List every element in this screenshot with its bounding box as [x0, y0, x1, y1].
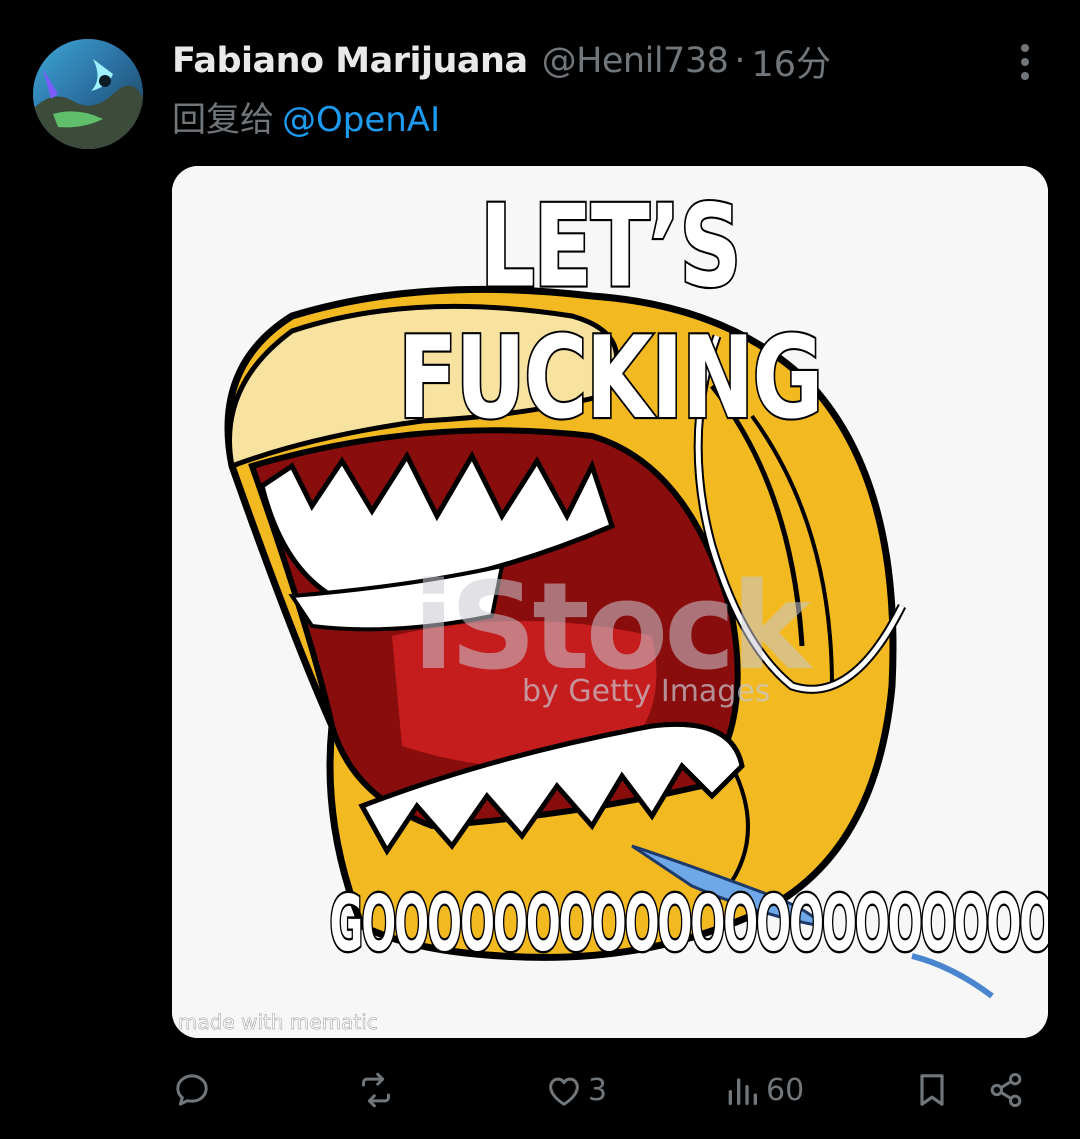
more-options-button[interactable]: [1010, 40, 1040, 84]
views-button[interactable]: 60: [722, 1062, 804, 1118]
meme-credit: made with mematic: [178, 1010, 378, 1035]
bookmark-icon: [920, 1074, 944, 1106]
reply-context: 回复给 @OpenAI: [172, 92, 440, 141]
meme-top-text: LET’S FUCKING: [397, 180, 826, 447]
bookmark-button[interactable]: [912, 1062, 952, 1118]
like-button[interactable]: 3: [544, 1062, 607, 1118]
like-icon: [549, 1077, 579, 1106]
tweet[interactable]: Fabiano Marijuana @Henil738 · 16分 回复给 @Op…: [0, 0, 1080, 1139]
share-button[interactable]: [986, 1062, 1026, 1118]
watermark-subtext: by Getty Images: [522, 674, 771, 709]
tweet-header: Fabiano Marijuana @Henil738 · 16分: [172, 36, 1000, 86]
reply-button[interactable]: [172, 1062, 216, 1118]
views-icon: [728, 1078, 757, 1105]
display-name[interactable]: Fabiano Marijuana: [172, 41, 528, 81]
avatar-image: [33, 39, 143, 149]
timestamp[interactable]: 16分: [752, 36, 832, 87]
reply-mention-link[interactable]: @OpenAI: [282, 100, 440, 140]
retweet-button[interactable]: [356, 1062, 400, 1118]
meme-bottom-text: GOOOOOOOOOOOOOOOOOOOOOOOOO: [328, 878, 1048, 972]
reply-prefix: 回复给: [172, 100, 274, 140]
more-icon: [1021, 44, 1029, 80]
tweet-media-image[interactable]: iStock by Getty Images LET’S FUCKING GOO…: [172, 166, 1048, 1038]
share-icon: [990, 1073, 1022, 1107]
user-handle[interactable]: @Henil738: [542, 41, 729, 81]
tweet-actions: 3 60: [172, 1062, 1048, 1118]
reply-icon: [176, 1074, 208, 1106]
avatar[interactable]: [33, 39, 143, 149]
like-count: 3: [588, 1072, 608, 1108]
views-count: 60: [766, 1072, 805, 1108]
retweet-icon: [362, 1072, 390, 1108]
separator-dot: ·: [734, 41, 746, 81]
